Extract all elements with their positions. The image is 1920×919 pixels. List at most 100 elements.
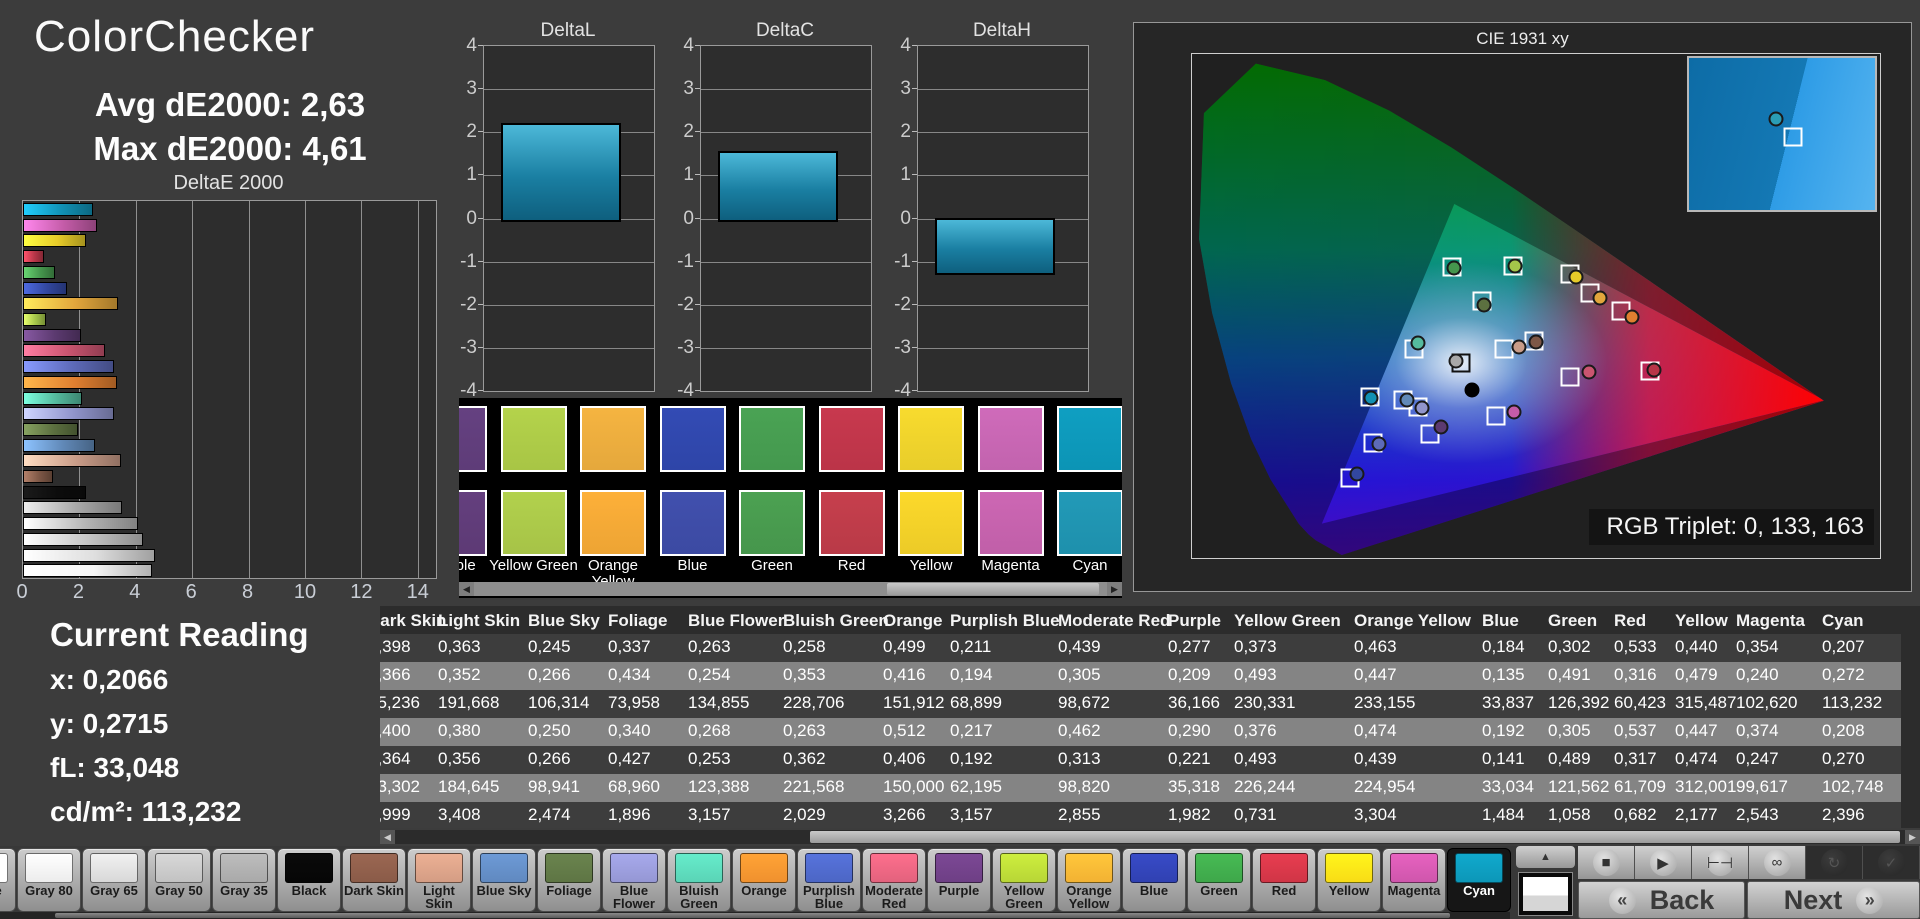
measured-point-light-skin (1511, 339, 1527, 355)
step-button[interactable]: ⊢⊣ (1692, 846, 1749, 879)
confirm-button[interactable]: ✓ (1863, 846, 1920, 879)
table-cell: 0,221 (1168, 749, 1211, 768)
patch-button-moderate-red[interactable]: Moderate Red (862, 848, 926, 912)
patch-button-yellow[interactable]: Yellow (1317, 848, 1381, 912)
patch-button-label: Gray 80 (25, 883, 73, 898)
table-scroll-right-icon[interactable]: ▶ (1905, 830, 1920, 844)
table-cell: 0,363 (438, 637, 481, 656)
patch-button-label: Green (1200, 883, 1238, 898)
reference-dot (1464, 382, 1480, 398)
measured-swatch-orange-yellow (580, 490, 646, 556)
patch-color-chip (350, 853, 398, 883)
play-button[interactable]: ▶ (1635, 846, 1692, 879)
table-scroll-left-icon[interactable]: ◀ (380, 830, 395, 844)
patch-button-bluish-green[interactable]: Bluish Green (667, 848, 731, 912)
table-cell: 65,236 (380, 693, 420, 712)
table-cell: 0,434 (608, 665, 651, 684)
patch-color-chip (220, 853, 268, 883)
patch-button-label: Yellow Green (1003, 883, 1045, 911)
deltaC-ytick: -1 (677, 250, 694, 272)
patch-button-orange-yellow[interactable]: Orange Yellow (1057, 848, 1121, 912)
table-cell: 2,855 (1058, 805, 1101, 824)
tick-mark (478, 303, 483, 305)
stop-button[interactable]: ■ (1578, 846, 1635, 879)
patch-button-foliage[interactable]: Foliage (537, 848, 601, 912)
patch-button-light-skin[interactable]: Light Skin (407, 848, 471, 912)
patch-button-magenta[interactable]: Magenta (1382, 848, 1446, 912)
table-cell: 230,331 (1234, 693, 1296, 712)
column-header: Yellow Green (1234, 611, 1341, 630)
deltaL-ytick: 3 (466, 78, 477, 100)
next-button[interactable]: Next » (1747, 881, 1920, 919)
patch-button-gray-50[interactable]: Gray 50 (147, 848, 211, 912)
table-cell: 0,217 (950, 721, 993, 740)
tick-mark (912, 45, 917, 46)
gridline (484, 89, 654, 91)
loop-button[interactable]: ∞ (1749, 846, 1806, 879)
table-cell: 0,208 (1822, 721, 1865, 740)
patch-button-cyan[interactable]: Cyan (1447, 848, 1511, 912)
tick-mark (478, 45, 483, 46)
page-title: ColorChecker (34, 12, 315, 61)
table-cell: 0,253 (688, 749, 731, 768)
table-cell: 68,960 (608, 777, 660, 796)
swatch-grid-scrollbar[interactable]: ◀ ▶ (459, 582, 1122, 596)
table-cell: 184,645 (438, 777, 500, 796)
patch-button-purplish-blue[interactable]: Purplish Blue (797, 848, 861, 912)
back-chevrons-icon: « (1608, 886, 1636, 914)
table-cell: 61,709 (1614, 777, 1666, 796)
patch-button-white[interactable]: White (0, 848, 16, 912)
patch-button-purple[interactable]: Purple (927, 848, 991, 912)
tick-mark (478, 88, 483, 90)
tick-mark (912, 217, 917, 219)
measured-point-bluish-green (1410, 335, 1426, 351)
patch-button-black[interactable]: Black (277, 848, 341, 912)
tick-mark (695, 390, 700, 391)
patch-strip-scroll-thumb[interactable] (55, 913, 1450, 918)
scroll-thumb[interactable] (887, 583, 1099, 595)
table-cell: 0,192 (1482, 721, 1525, 740)
patch-button-green[interactable]: Green (1187, 848, 1251, 912)
patch-button-gray-35[interactable]: Gray 35 (212, 848, 276, 912)
patch-button-yellow-green[interactable]: Yellow Green (992, 848, 1056, 912)
gridline (484, 304, 654, 306)
table-scroll-thumb[interactable] (810, 831, 1900, 843)
table-cell: 0,272 (1822, 665, 1865, 684)
patch-button-blue[interactable]: Blue (1122, 848, 1186, 912)
scroll-left-icon[interactable]: ◀ (459, 582, 474, 596)
swatch-label: Yellow Green (489, 557, 578, 574)
tick-mark (695, 88, 700, 90)
patch-button-red[interactable]: Red (1252, 848, 1316, 912)
table-cell: 151,912 (883, 693, 945, 712)
patch-button-orange[interactable]: Orange (732, 848, 796, 912)
patch-button-blue-sky[interactable]: Blue Sky (472, 848, 536, 912)
patch-button-dark-skin[interactable]: Dark Skin (342, 848, 406, 912)
patch-button-gray-80[interactable]: Gray 80 (17, 848, 81, 912)
table-scrollbar[interactable]: ◀ ▶ (380, 830, 1920, 844)
patch-strip-scrollbar[interactable] (0, 912, 1510, 919)
patch-button-gray-65[interactable]: Gray 65 (82, 848, 146, 912)
table-cell: 123,388 (688, 777, 750, 796)
table-cell: 33,837 (1482, 693, 1534, 712)
deltae-bar-moderate-red (23, 344, 106, 358)
table-cell: 0,250 (528, 721, 571, 740)
patch-button-label: Black (291, 883, 327, 898)
patch-button-blue-flower[interactable]: Blue Flower (602, 848, 666, 912)
deltae-bar-gray-80 (23, 548, 155, 562)
table-cell: 0,440 (1675, 637, 1718, 656)
table-cell: 102,748 (1822, 777, 1884, 796)
back-button[interactable]: « Back (1578, 881, 1745, 919)
scroll-right-icon[interactable]: ▶ (1107, 582, 1122, 596)
patch-list-up-button[interactable]: ▲ (1516, 846, 1575, 868)
deltaH-ytick: -2 (894, 293, 911, 315)
tick-mark (695, 45, 700, 46)
deltae-bar-orange (23, 375, 118, 389)
table-row: 0,398 0,363 0,245 0,337 0,263 0,258 0,499 0,211… (380, 634, 1901, 662)
gridline (918, 347, 1088, 349)
measured-point-green (1446, 260, 1462, 276)
refresh-button[interactable]: ↻ (1806, 846, 1863, 879)
patch-button-label: Bluish Green (679, 883, 719, 911)
table-cell: 113,232 (1822, 693, 1883, 712)
deltaC-ytick: 2 (683, 121, 694, 143)
reference-swatch-green (739, 406, 805, 472)
